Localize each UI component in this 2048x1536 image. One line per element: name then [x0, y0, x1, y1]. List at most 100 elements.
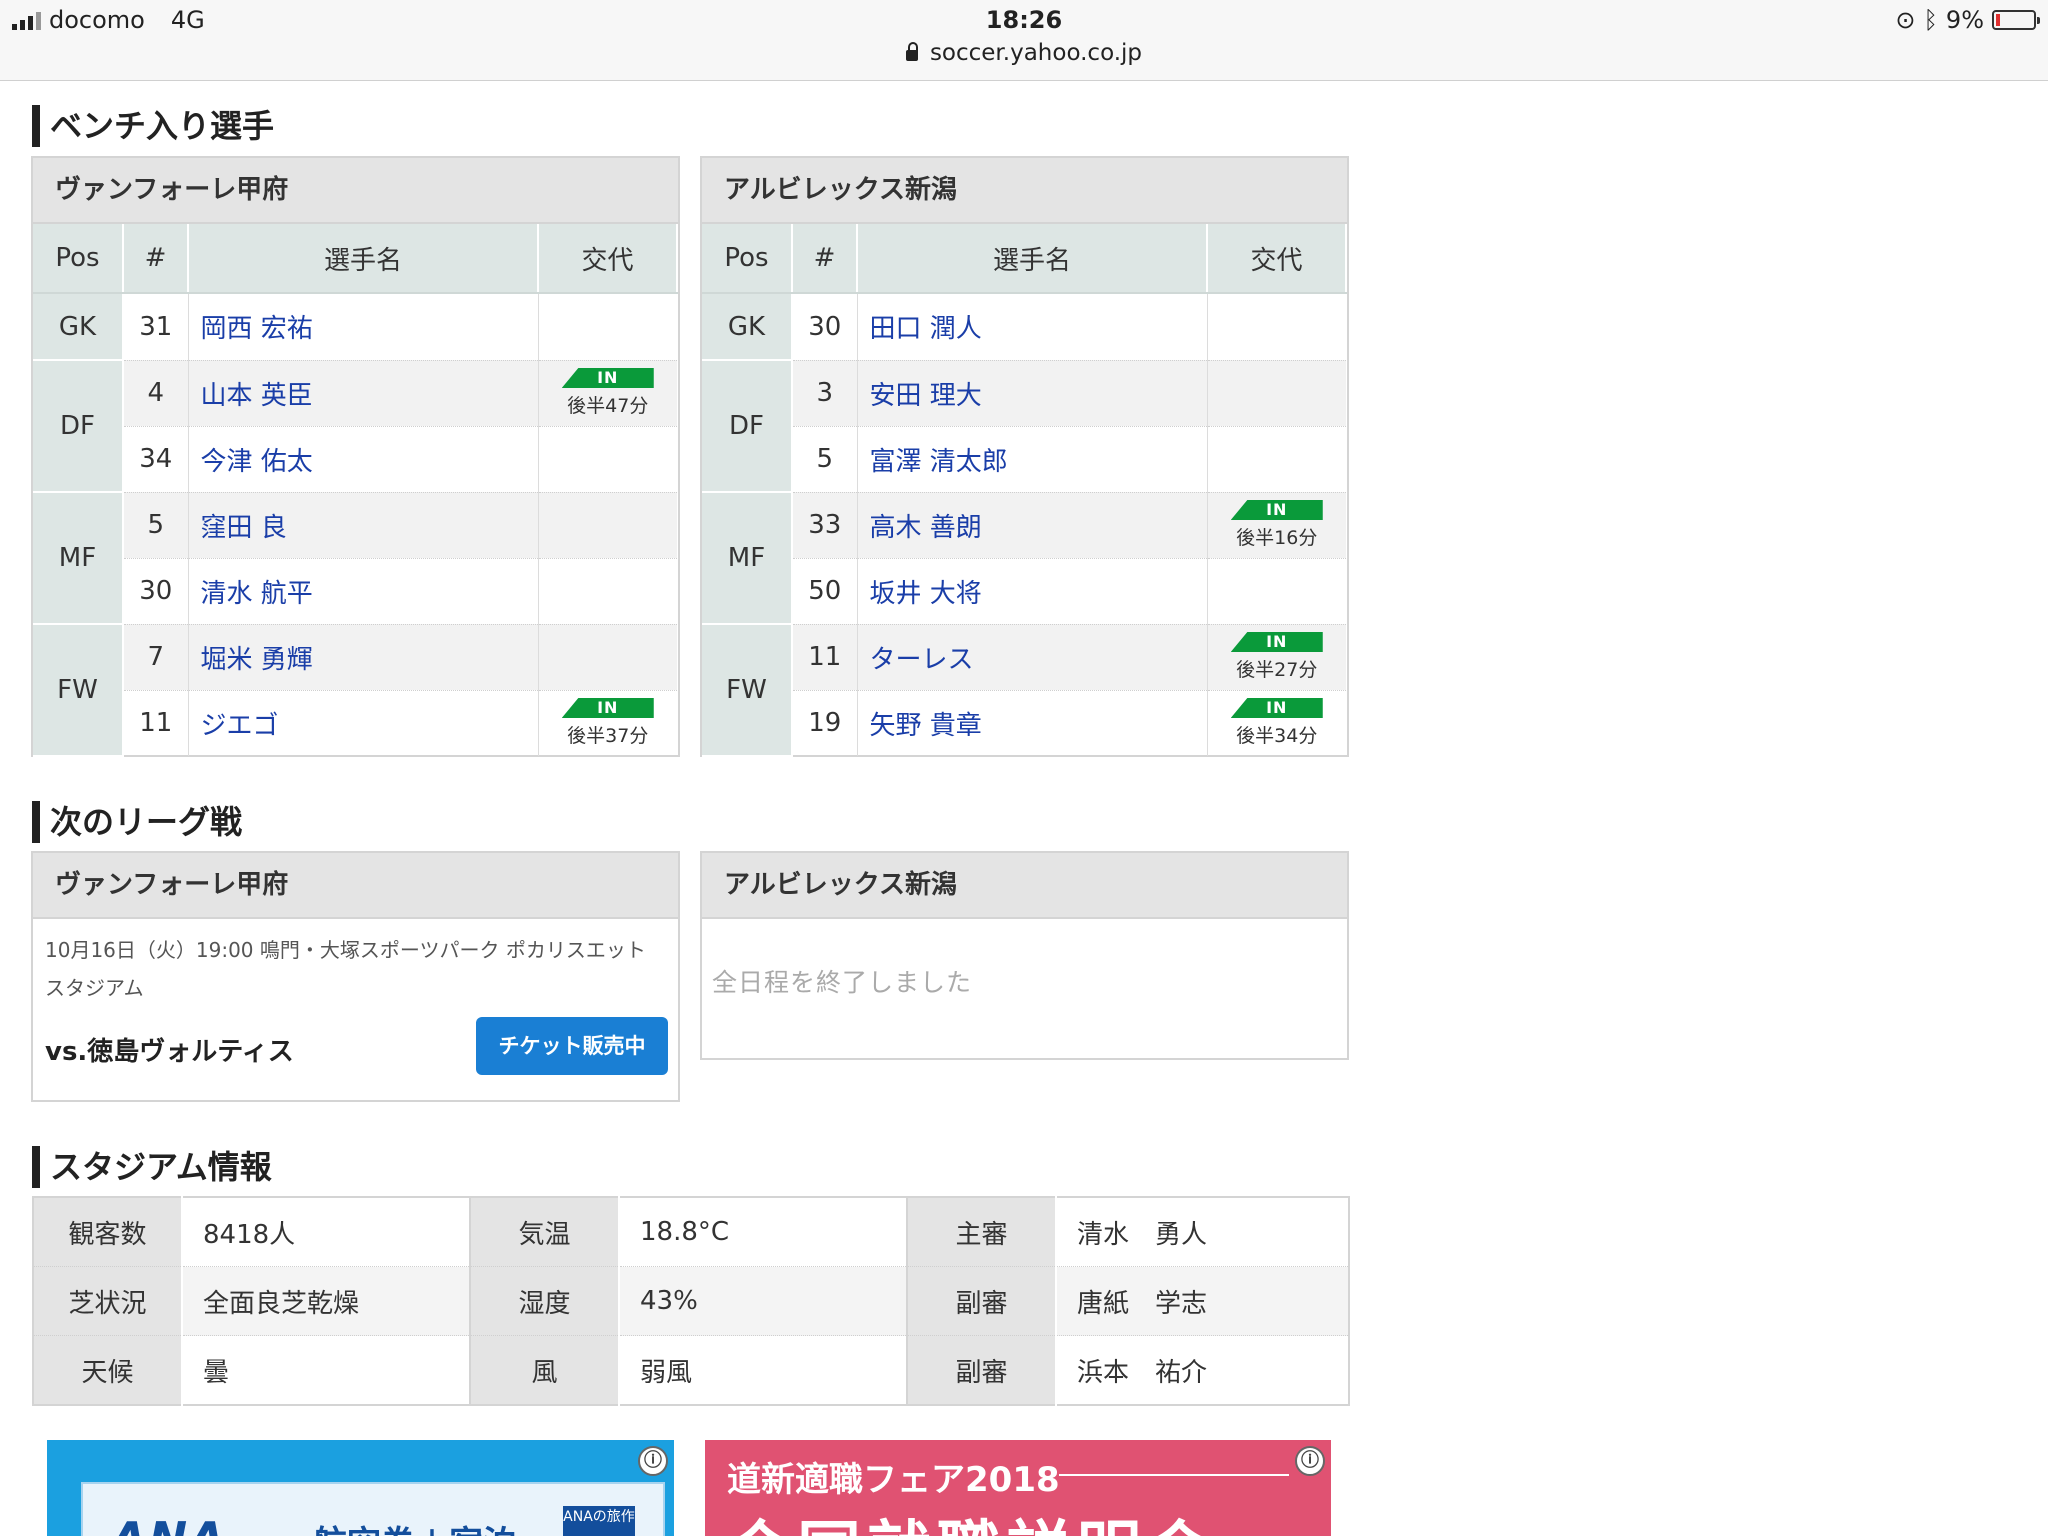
stadium-key: 観客数 — [33, 1197, 183, 1267]
substitution-cell: IN 後半37分 — [538, 690, 677, 756]
player-name-link[interactable]: 矢野 貴章 — [857, 690, 1208, 756]
player-name-link[interactable]: 今津 佑太 — [188, 426, 539, 493]
column-substitution: 交代 — [538, 224, 678, 294]
player-name-link[interactable]: 安田 理大 — [857, 360, 1208, 427]
substitution-cell: IN 後半27分 — [1207, 624, 1346, 691]
next-match-date-venue: 10月16日（火）19:00 鳴門・大塚スポーツパーク ポカリスエット — [45, 938, 646, 962]
player-name-link[interactable]: 富澤 清太郎 — [857, 426, 1208, 493]
bench-team-name: ヴァンフォーレ甲府 — [33, 158, 678, 224]
player-name-link[interactable]: 山本 英臣 — [188, 360, 539, 427]
player-name-link[interactable]: 田口 潤人 — [857, 293, 1208, 361]
player-number: 4 — [123, 360, 189, 427]
ticket-button[interactable]: チケット販売中 — [476, 1017, 668, 1075]
stadium-value: 18.8°C — [619, 1197, 908, 1267]
stadium-section-title: スタジアム情報 — [32, 1146, 272, 1188]
bench-table: Pos # 選手名 交代 GK 31 岡西 宏祐 DF 4 山本 英臣 IN 後半47分 34 今津 佑太… — [33, 224, 678, 757]
substitution-cell — [538, 492, 677, 559]
lock-icon — [905, 42, 918, 61]
substitution-cell: IN 後半16分 — [1207, 492, 1346, 559]
column-pos: Pos — [33, 224, 124, 294]
player-row: 19 矢野 貴章 IN 後半34分 — [702, 690, 1346, 756]
player-row: FW 11 ターレス IN 後半27分 — [702, 624, 1346, 757]
player-number: 31 — [123, 293, 189, 361]
status-bar: docomo 4G 18:26 soccer.yahoo.co.jp ⊙ ᛒ 9… — [0, 0, 2048, 81]
player-row: MF 33 高木 善朗 IN 後半16分 — [702, 492, 1346, 625]
player-row: FW 7 堀米 勇輝 — [33, 624, 677, 757]
next-match-opponent[interactable]: vs.徳島ヴォルティス — [45, 1031, 294, 1068]
stadium-row: 芝状況 全面良芝乾燥 湿度 43% 副審 唐紙 学志 — [33, 1266, 1350, 1336]
player-number: 5 — [123, 492, 189, 559]
stadium-key: 天候 — [33, 1335, 183, 1406]
in-badge: IN — [1230, 698, 1323, 718]
substitution-time: 後半47分 — [567, 395, 649, 417]
player-row: 5 富澤 清太郎 — [702, 426, 1346, 493]
player-name-link[interactable]: 岡西 宏祐 — [188, 293, 539, 361]
ad-info-icon[interactable]: ⓘ — [1295, 1446, 1325, 1476]
in-badge: IN — [561, 368, 654, 388]
bench-table: Pos # 選手名 交代 GK 30 田口 潤人 DF 3 安田 理大 5 富澤 清太郎 MF 33 高木 … — [702, 224, 1347, 757]
status-right: ⊙ ᛒ 9% — [1895, 6, 2040, 34]
player-name-link[interactable]: 坂井 大将 — [857, 558, 1208, 625]
doshin-advertisement[interactable]: 道新適職フェア2018 合同就職説明会 ⓘ — [705, 1440, 1331, 1536]
player-row: DF 4 山本 英臣 IN 後半47分 — [33, 360, 677, 493]
stadium-key: 主審 — [907, 1197, 1057, 1267]
ana-ad-text: 航空券＋宿泊 — [313, 1516, 517, 1536]
next-match-home-team: ヴァンフォーレ甲府 — [33, 853, 678, 919]
url-text: soccer.yahoo.co.jp — [929, 40, 1143, 66]
battery-percent: 9% — [1945, 6, 1984, 34]
stadium-value: 全面良芝乾燥 — [182, 1266, 471, 1336]
player-number: 34 — [123, 426, 189, 493]
substitution-time: 後半34分 — [1236, 725, 1318, 747]
stadium-key: 気温 — [470, 1197, 620, 1267]
stadium-key: 湿度 — [470, 1266, 620, 1336]
orientation-lock-icon: ⊙ — [1895, 6, 1916, 34]
substitution-cell — [538, 558, 677, 625]
next-match-home: ヴァンフォーレ甲府 10月16日（火）19:00 鳴門・大塚スポーツパーク ポカ… — [31, 851, 680, 1102]
bluetooth-icon: ᛒ — [1923, 6, 1938, 34]
player-name-link[interactable]: ジエゴ — [188, 690, 539, 756]
column-player-name: 選手名 — [188, 224, 539, 294]
player-name-link[interactable]: 堀米 勇輝 — [188, 624, 539, 691]
stadium-key: 芝状況 — [33, 1266, 183, 1336]
player-row: 34 今津 佑太 — [33, 426, 677, 493]
player-row: GK 31 岡西 宏祐 — [33, 293, 677, 361]
ana-logo: ANA — [111, 1512, 227, 1536]
stadium-key: 副審 — [907, 1335, 1057, 1406]
substitution-cell — [538, 426, 677, 493]
bench-section-title: ベンチ入り選手 — [32, 105, 274, 147]
player-row: DF 3 安田 理大 — [702, 360, 1346, 493]
in-badge: IN — [1230, 500, 1323, 520]
doshin-ad-title: 道新適職フェア2018 — [727, 1460, 1060, 1500]
position-cell: FW — [33, 624, 124, 757]
doshin-ad-divider — [1059, 1474, 1289, 1476]
player-number: 33 — [792, 492, 858, 559]
player-number: 50 — [792, 558, 858, 625]
stadium-value: 浜本 祐介 — [1056, 1335, 1350, 1406]
player-name-link[interactable]: 高木 善朗 — [857, 492, 1208, 559]
substitution-cell — [1207, 293, 1346, 361]
player-row: GK 30 田口 潤人 — [702, 293, 1346, 361]
stadium-value: 弱風 — [619, 1335, 908, 1406]
battery-icon — [1992, 10, 2040, 30]
ad-info-icon[interactable]: ⓘ — [638, 1446, 668, 1476]
player-name-link[interactable]: 清水 航平 — [188, 558, 539, 625]
season-ended-message: 全日程を終了しました — [712, 968, 973, 997]
substitution-cell: IN 後半47分 — [538, 360, 677, 427]
doshin-ad-headline: 合同就職説明会 — [727, 1500, 1217, 1536]
bench-header-row: Pos # 選手名 交代 — [33, 224, 678, 294]
player-number: 30 — [792, 293, 858, 361]
column-number: # — [123, 224, 189, 294]
column-substitution: 交代 — [1207, 224, 1347, 294]
player-row: 11 ジエゴ IN 後半37分 — [33, 690, 677, 756]
position-cell: MF — [702, 492, 793, 625]
player-number: 3 — [792, 360, 858, 427]
position-cell: DF — [33, 360, 124, 493]
ana-advertisement[interactable]: ANA 航空券＋宿泊 ANAの旅作 ⓘ — [47, 1440, 674, 1536]
player-name-link[interactable]: 窪田 良 — [188, 492, 539, 559]
address-bar[interactable]: soccer.yahoo.co.jp — [0, 40, 2048, 66]
position-cell: MF — [33, 492, 124, 625]
player-number: 5 — [792, 426, 858, 493]
stadium-info-table: 観客数 8418人 気温 18.8°C 主審 清水 勇人 芝状況 全面良芝乾燥 … — [32, 1196, 1350, 1406]
player-row: 50 坂井 大将 — [702, 558, 1346, 625]
player-name-link[interactable]: ターレス — [857, 624, 1208, 691]
